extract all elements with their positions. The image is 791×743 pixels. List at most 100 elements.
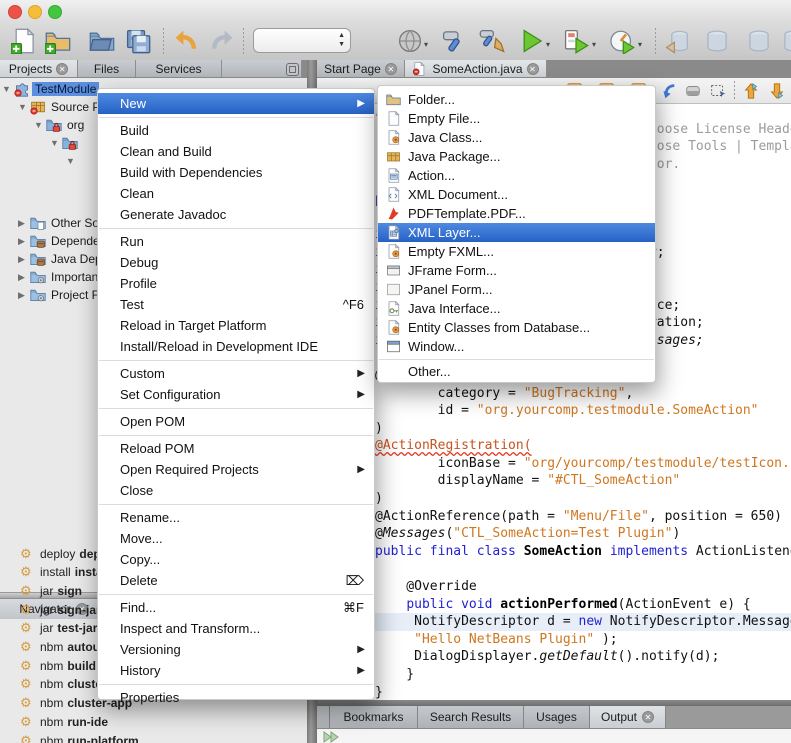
menu-item-window-[interactable]: Window... [378, 337, 655, 356]
navigator-item[interactable]: ⚙nbmcluster [20, 675, 107, 694]
redo-icon[interactable] [208, 27, 236, 55]
menu-item-open-required-projects[interactable]: Open Required Projects▶ [98, 459, 374, 480]
debug-project-icon[interactable] [562, 27, 590, 55]
new-file-icon[interactable] [10, 27, 38, 55]
navigator-item[interactable]: ⚙jarsign-jar [20, 600, 101, 619]
collapsed-arrow-icon[interactable]: ▶ [18, 290, 30, 301]
tab-search-results[interactable]: Search Results [418, 706, 524, 728]
menu-item-other-[interactable]: Other... [378, 362, 655, 381]
menu-item-new[interactable]: New▶ [98, 93, 374, 114]
menu-item-close[interactable]: Close [98, 480, 374, 501]
close-window-button[interactable] [8, 5, 22, 19]
menu-item-folder-[interactable]: Folder... [378, 90, 655, 109]
expanded-arrow-icon[interactable]: ▼ [34, 120, 46, 130]
tab-someaction-java[interactable]: SomeAction.java✕ [405, 60, 547, 77]
tab-services[interactable]: Services [136, 60, 222, 77]
tab-usages[interactable]: Usages [524, 706, 590, 728]
menu-item-build[interactable]: Build [98, 120, 374, 141]
collapsed-arrow-icon[interactable]: ▶ [18, 236, 30, 247]
previous-bookmark-icon[interactable] [741, 81, 761, 100]
zoom-window-button[interactable] [48, 5, 62, 19]
caret-down-icon[interactable]: ▾ [638, 40, 642, 49]
expanded-arrow-icon[interactable]: ▼ [66, 156, 78, 166]
menu-item-entity-classes-from-database-[interactable]: Entity Classes from Database... [378, 318, 655, 337]
last-edit-icon[interactable] [658, 81, 678, 100]
menu-item-java-package-[interactable]: Java Package... [378, 147, 655, 166]
navigator-item[interactable]: ⚙nbmbuild [20, 656, 96, 675]
new-project-icon[interactable] [44, 27, 72, 55]
menu-item-reload-in-target-platform[interactable]: Reload in Target Platform [98, 315, 374, 336]
menu-item-debug[interactable]: Debug [98, 252, 374, 273]
menu-item-delete[interactable]: Delete⌦ [98, 570, 374, 591]
menu-item-jpanel-form-[interactable]: JPanel Form... [378, 280, 655, 299]
close-icon[interactable]: ✕ [527, 63, 539, 75]
menu-item-find-[interactable]: Find...⌘F [98, 597, 374, 618]
menu-item-move-[interactable]: Move... [98, 528, 374, 549]
undo-icon[interactable] [172, 27, 200, 55]
caret-down-icon[interactable]: ▾ [424, 40, 428, 49]
close-icon[interactable]: ✕ [385, 63, 397, 75]
tree-node-org[interactable]: ▼org [34, 116, 87, 134]
menu-item-set-configuration[interactable]: Set Configuration▶ [98, 384, 374, 405]
next-bookmark-icon[interactable] [767, 81, 787, 100]
tree-node[interactable] [82, 170, 94, 188]
menu-item-test[interactable]: Test^F6 [98, 294, 374, 315]
menu-item-history[interactable]: History▶ [98, 660, 374, 681]
menu-item-custom[interactable]: Custom▶ [98, 363, 374, 384]
menu-item-xml-document-[interactable]: XML Document... [378, 185, 655, 204]
menu-item-clean-and-build[interactable]: Clean and Build [98, 141, 374, 162]
tab-start-page[interactable]: Start Page✕ [317, 60, 405, 77]
expanded-arrow-icon[interactable]: ▼ [50, 138, 62, 148]
tab-projects[interactable]: Projects✕ [0, 60, 78, 77]
menu-item-inspect-and-transform-[interactable]: Inspect and Transform... [98, 618, 374, 639]
menu-item-open-pom[interactable]: Open POM [98, 411, 374, 432]
expanded-arrow-icon[interactable]: ▼ [2, 84, 14, 94]
menu-item-rename-[interactable]: Rename... [98, 507, 374, 528]
tree-node[interactable] [82, 188, 94, 206]
collapsed-arrow-icon[interactable]: ▶ [18, 272, 30, 283]
menu-item-run[interactable]: Run [98, 231, 374, 252]
menu-item-generate-javadoc[interactable]: Generate Javadoc [98, 204, 374, 225]
menu-item-action-[interactable]: Action... [378, 166, 655, 185]
save-all-icon[interactable] [124, 27, 152, 55]
menu-item-xml-layer-[interactable]: XML Layer... [378, 223, 655, 242]
navigator-item[interactable]: ⚙nbmrun-ide [20, 712, 108, 731]
tab-bookmarks[interactable]: Bookmarks [330, 706, 418, 728]
rerun-icon[interactable] [323, 731, 341, 743]
minimize-window-button[interactable] [28, 5, 42, 19]
menu-item-pdftemplate-pdf-[interactable]: PDFTemplate.PDF... [378, 204, 655, 223]
menu-item-copy-[interactable]: Copy... [98, 549, 374, 570]
tab-output[interactable]: Output✕ [590, 706, 666, 728]
config-dropdown[interactable]: ▲▼ [253, 28, 351, 53]
profile-project-icon[interactable] [608, 27, 636, 55]
menu-item-properties[interactable]: Properties [98, 687, 374, 708]
caret-down-icon[interactable]: ▾ [592, 40, 596, 49]
menu-item-reload-pom[interactable]: Reload POM [98, 438, 374, 459]
open-project-icon[interactable] [88, 27, 116, 55]
close-icon[interactable]: ✕ [56, 63, 68, 75]
expanded-arrow-icon[interactable]: ▼ [18, 102, 30, 112]
build-project-icon[interactable] [440, 27, 468, 55]
tab-files[interactable]: Files [78, 60, 136, 77]
navigator-item[interactable]: ⚙nbmrun-platform [20, 731, 139, 743]
menu-item-versioning[interactable]: Versioning▶ [98, 639, 374, 660]
tree-node-testmodule[interactable]: ▼TestModule [2, 80, 99, 98]
menu-item-jframe-form-[interactable]: JFrame Form... [378, 261, 655, 280]
menu-item-install-reload-in-development-ide[interactable]: Install/Reload in Development IDE [98, 336, 374, 357]
close-icon[interactable]: ✕ [642, 711, 654, 723]
tree-node[interactable]: ▼ [66, 152, 78, 170]
navigator-item[interactable]: ⚙jartest-jar [20, 619, 97, 638]
navigator-item[interactable]: ⚙jarsign [20, 581, 82, 600]
rectangular-selection-icon[interactable] [708, 81, 728, 100]
collapsed-arrow-icon[interactable]: ▶ [18, 254, 30, 265]
menu-item-java-class-[interactable]: Java Class... [378, 128, 655, 147]
menu-item-build-with-dependencies[interactable]: Build with Dependencies [98, 162, 374, 183]
menu-item-empty-file-[interactable]: Empty File... [378, 109, 655, 128]
menu-item-empty-fxml-[interactable]: Empty FXML... [378, 242, 655, 261]
menu-item-clean[interactable]: Clean [98, 183, 374, 204]
clean-and-build-icon[interactable] [478, 27, 506, 55]
toggle-highlight-icon[interactable] [683, 81, 703, 100]
run-project-icon[interactable] [518, 27, 546, 55]
menu-item-java-interface-[interactable]: Java Interface... [378, 299, 655, 318]
collapsed-arrow-icon[interactable]: ▶ [18, 218, 30, 229]
